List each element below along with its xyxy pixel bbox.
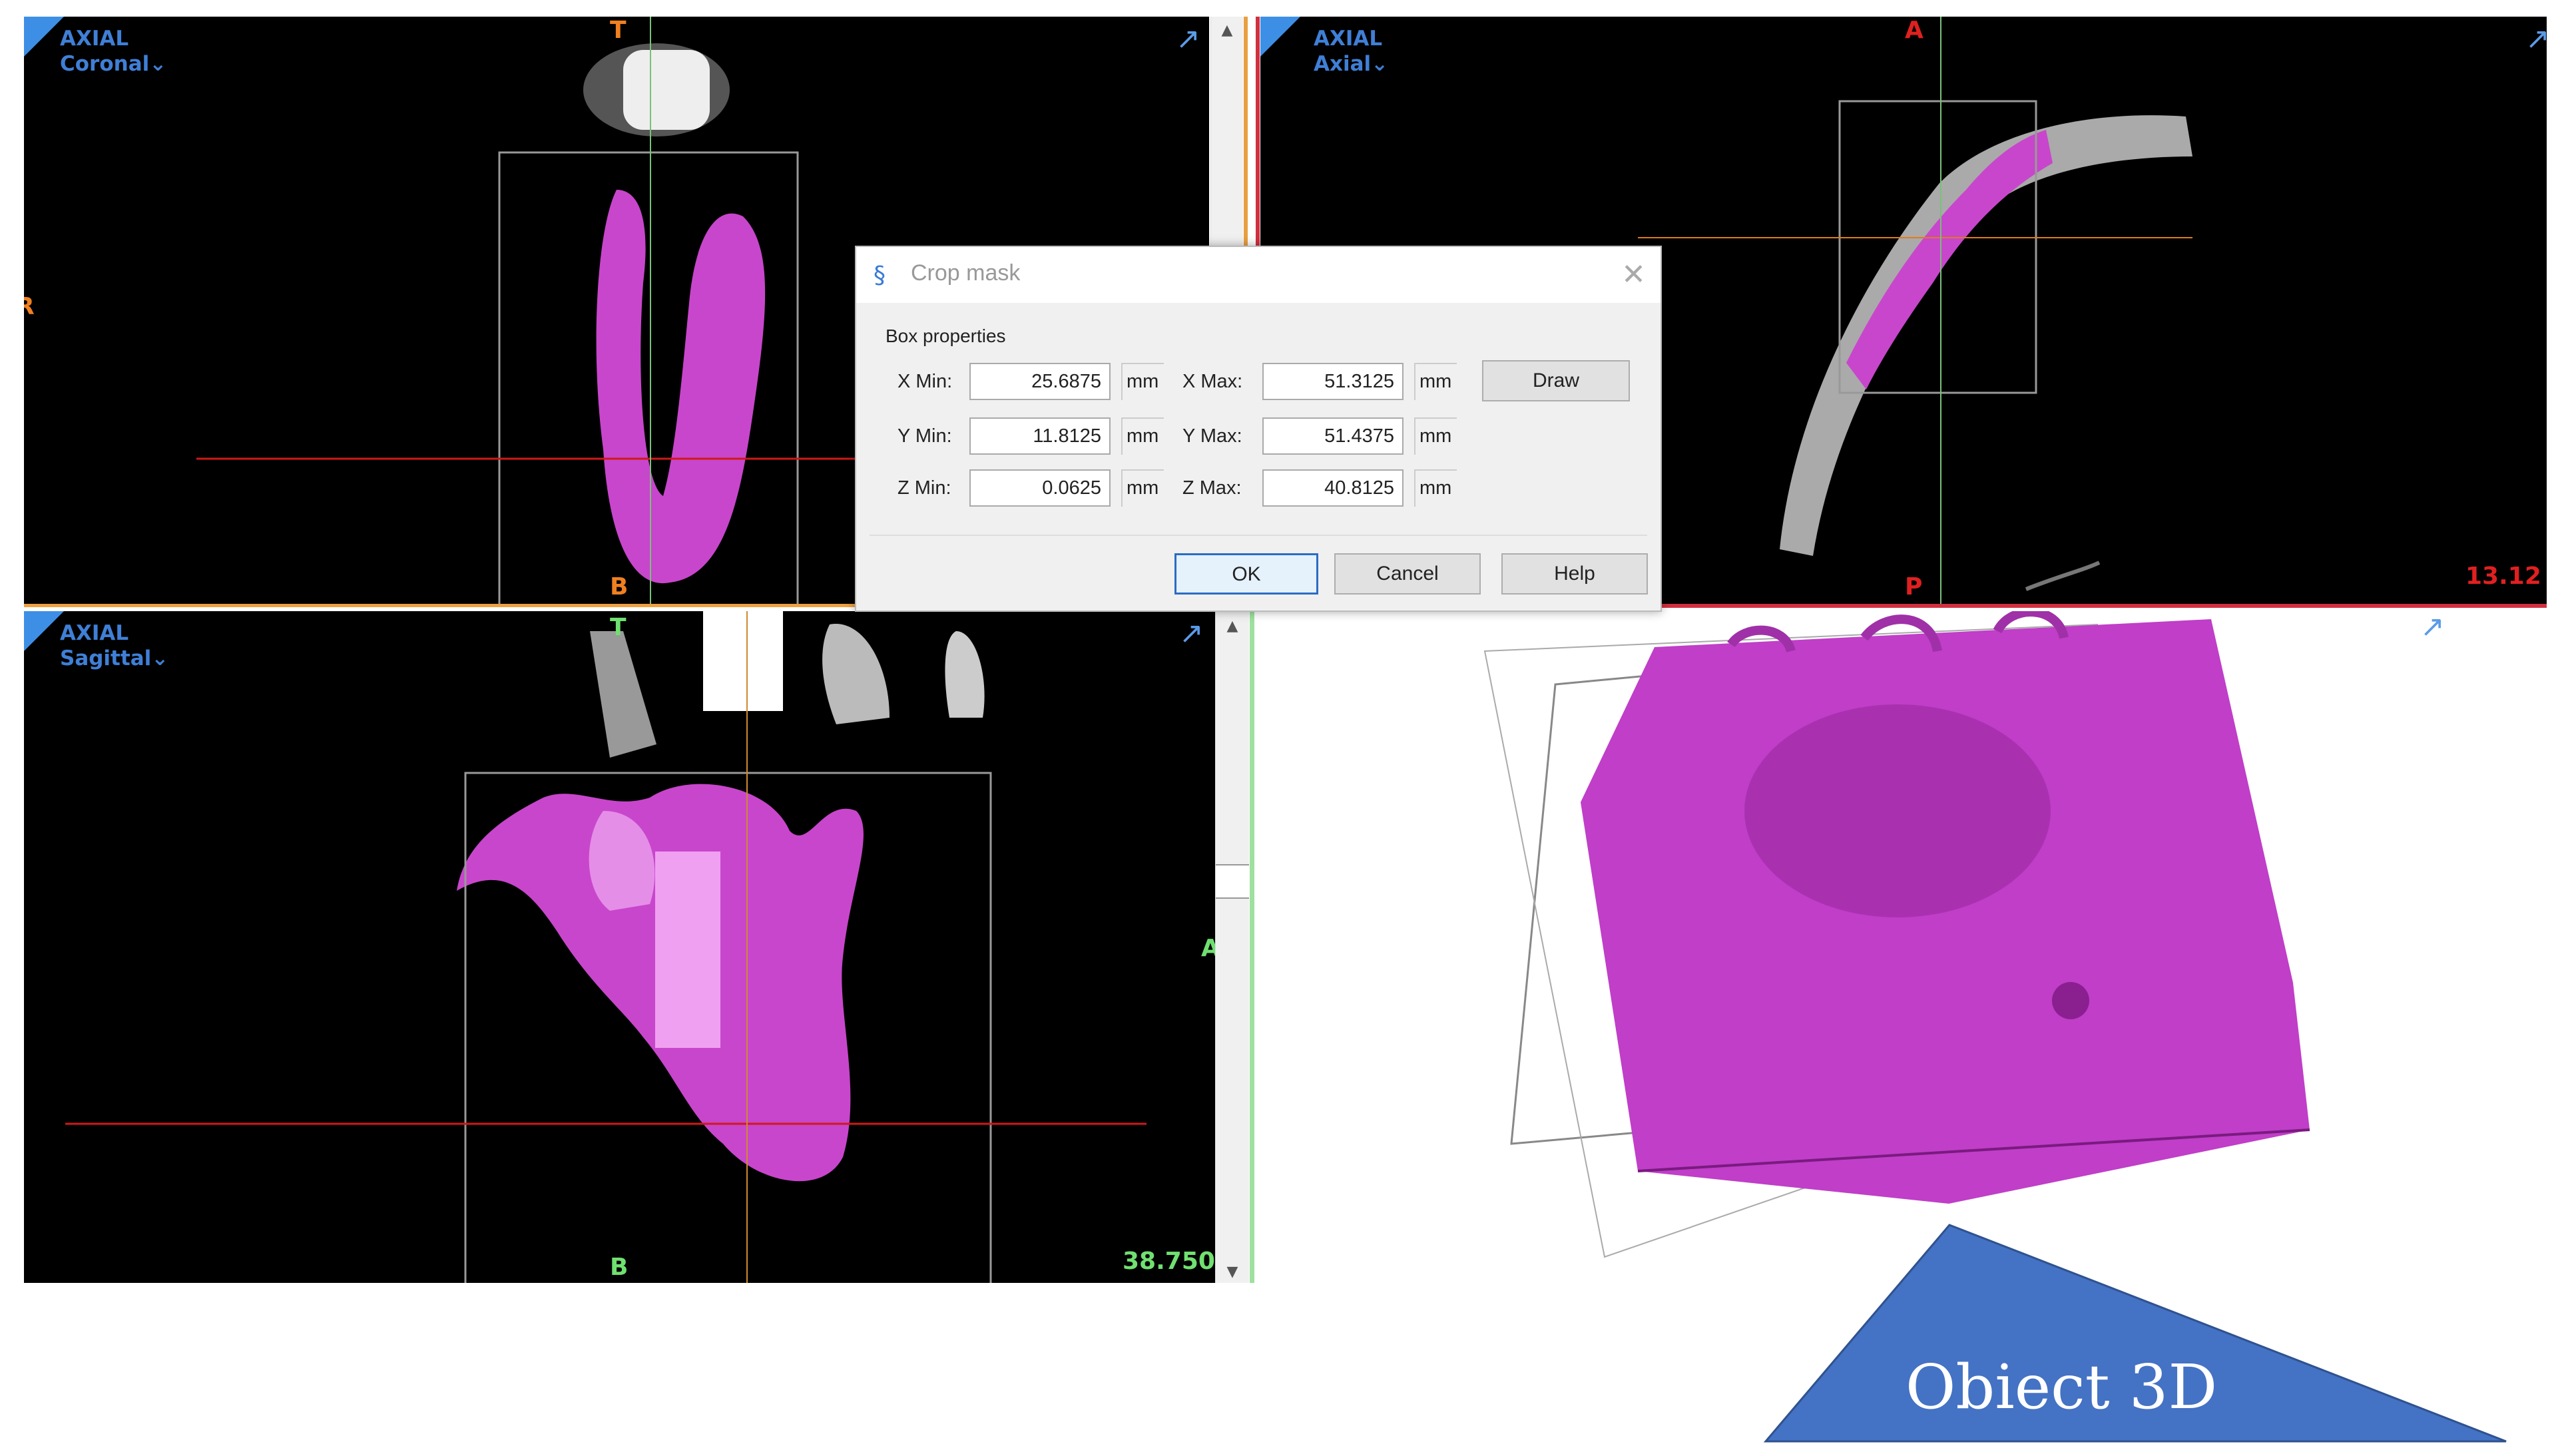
view-corner-marker [24,611,64,651]
group-label: Box properties [886,326,1006,346]
expand-icon[interactable]: ↗ [2420,612,2449,642]
view-corner-marker [1260,17,1300,57]
scroll-up-icon[interactable]: ▲ [1216,618,1249,634]
slice-position: 38.750 [1123,1248,1215,1275]
expand-icon[interactable]: ↗ [1176,25,1205,54]
z-max-input[interactable]: 40.8125 [1262,469,1404,507]
z-min-label: Z Min: [897,477,951,499]
crop-mask-dialog: § Crop mask ✕ Box properties X Min: 25.6… [855,246,1662,612]
y-min-label: Y Min: [897,425,952,447]
scroll-down-icon[interactable]: ▼ [1216,1264,1249,1280]
scrollbar-thumb[interactable] [1216,864,1249,899]
unit-label: mm [1414,417,1457,455]
expand-icon[interactable]: ↗ [1179,619,1208,648]
unit-label: mm [1414,363,1457,400]
app-icon: § [874,262,886,289]
dialog-titlebar[interactable]: § Crop mask ✕ [856,247,1661,303]
orientation-left: R [24,293,35,320]
y-max-input[interactable]: 51.4375 [1262,417,1404,455]
chevron-down-icon: ⌄ [149,52,167,76]
close-icon[interactable]: ✕ [1621,258,1646,292]
plane-label: AXIAL [60,621,129,645]
orientation-top: T [610,614,627,641]
expand-icon[interactable]: ↗ [2525,25,2547,54]
coronal-scrollbar[interactable]: ▲ [1210,17,1243,246]
divider [1250,611,1254,1283]
sagittal-view[interactable]: AXIAL Sagittal⌄ T B A 38.750 ↗ [24,611,1215,1283]
chevron-down-icon: ⌄ [151,646,169,670]
view-selector[interactable]: Sagittal⌄ [60,646,168,671]
x-min-input[interactable]: 25.6875 [969,363,1111,400]
orientation-top: T [610,17,627,44]
orientation-right: A [1201,935,1215,962]
sagittal-image [65,611,1147,1283]
unit-label: mm [1121,417,1164,455]
y-min-input[interactable]: 11.8125 [969,417,1111,455]
separator [870,535,1647,536]
plane-label: AXIAL [1314,27,1383,51]
sagittal-scrollbar[interactable]: ▲ ▼ [1215,611,1249,1283]
orientation-top: A [1905,17,1923,44]
y-max-label: Y Max: [1182,425,1242,447]
view-corner-marker [24,17,64,57]
unit-label: mm [1414,469,1457,507]
help-button[interactable]: Help [1501,553,1648,595]
orientation-bottom: B [610,573,629,601]
dialog-title: Crop mask [911,260,1021,286]
z-max-label: Z Max: [1182,477,1242,499]
x-max-input[interactable]: 51.3125 [1262,363,1404,400]
plane-label: AXIAL [60,27,129,51]
view-selector[interactable]: Axial⌄ [1314,51,1388,77]
view-selector[interactable]: Coronal⌄ [60,51,166,77]
slice-position: 13.12 [2465,563,2541,590]
callout-label: Obiect 3D [1906,1351,2218,1423]
3d-model [1483,611,2310,1258]
z-min-input[interactable]: 0.0625 [969,469,1111,507]
scroll-up-icon[interactable]: ▲ [1211,22,1243,39]
orientation-bottom: B [610,1254,629,1281]
chevron-down-icon: ⌄ [1371,52,1389,76]
draw-button[interactable]: Draw [1482,360,1630,401]
orientation-bottom: P [1905,573,1923,601]
unit-label: mm [1121,363,1164,400]
x-max-label: X Max: [1182,371,1243,392]
x-min-label: X Min: [897,371,953,392]
unit-label: mm [1121,469,1164,507]
3d-view[interactable]: ↗ [1265,611,2547,1283]
cancel-button[interactable]: Cancel [1334,553,1481,595]
ok-button[interactable]: OK [1174,553,1318,595]
